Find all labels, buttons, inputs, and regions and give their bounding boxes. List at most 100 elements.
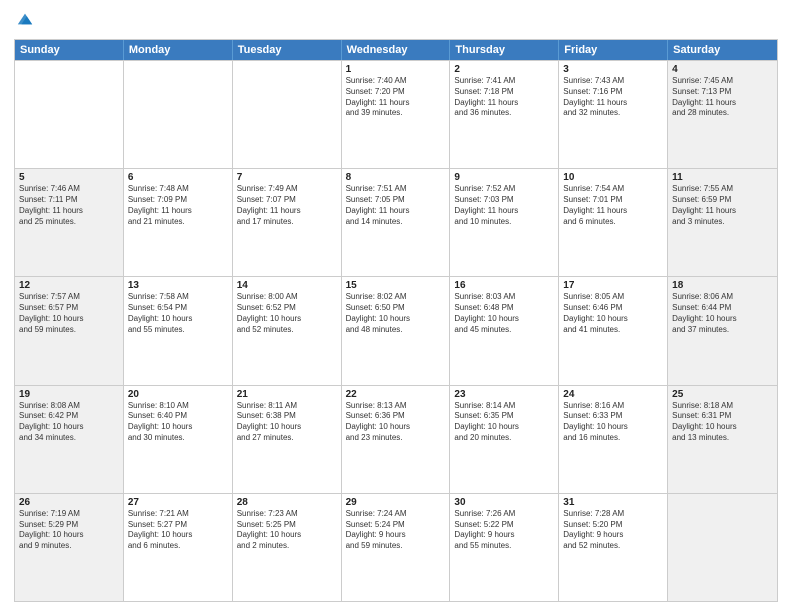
cell-info: Sunrise: 7:45 AM Sunset: 7:13 PM Dayligh…: [672, 76, 773, 119]
calendar-header: SundayMondayTuesdayWednesdayThursdayFrid…: [15, 40, 777, 60]
cal-cell: 2Sunrise: 7:41 AM Sunset: 7:18 PM Daylig…: [450, 61, 559, 168]
header-cell-friday: Friday: [559, 40, 668, 60]
cell-info: Sunrise: 7:26 AM Sunset: 5:22 PM Dayligh…: [454, 509, 554, 552]
cal-cell: 24Sunrise: 8:16 AM Sunset: 6:33 PM Dayli…: [559, 386, 668, 493]
calendar-row-4: 26Sunrise: 7:19 AM Sunset: 5:29 PM Dayli…: [15, 493, 777, 601]
logo: [14, 10, 36, 33]
cell-info: Sunrise: 8:14 AM Sunset: 6:35 PM Dayligh…: [454, 401, 554, 444]
cell-info: Sunrise: 7:57 AM Sunset: 6:57 PM Dayligh…: [19, 292, 119, 335]
cal-cell: 20Sunrise: 8:10 AM Sunset: 6:40 PM Dayli…: [124, 386, 233, 493]
cell-info: Sunrise: 8:06 AM Sunset: 6:44 PM Dayligh…: [672, 292, 773, 335]
cal-cell: 6Sunrise: 7:48 AM Sunset: 7:09 PM Daylig…: [124, 169, 233, 276]
day-number: 29: [346, 497, 446, 508]
calendar: SundayMondayTuesdayWednesdayThursdayFrid…: [14, 39, 778, 602]
cal-cell: 13Sunrise: 7:58 AM Sunset: 6:54 PM Dayli…: [124, 277, 233, 384]
cell-info: Sunrise: 7:51 AM Sunset: 7:05 PM Dayligh…: [346, 184, 446, 227]
day-number: 27: [128, 497, 228, 508]
cell-info: Sunrise: 7:41 AM Sunset: 7:18 PM Dayligh…: [454, 76, 554, 119]
cal-cell: 28Sunrise: 7:23 AM Sunset: 5:25 PM Dayli…: [233, 494, 342, 601]
day-number: 10: [563, 172, 663, 183]
day-number: 5: [19, 172, 119, 183]
day-number: 3: [563, 64, 663, 75]
day-number: 15: [346, 280, 446, 291]
calendar-row-0: 1Sunrise: 7:40 AM Sunset: 7:20 PM Daylig…: [15, 60, 777, 168]
cal-cell: 21Sunrise: 8:11 AM Sunset: 6:38 PM Dayli…: [233, 386, 342, 493]
cell-info: Sunrise: 7:54 AM Sunset: 7:01 PM Dayligh…: [563, 184, 663, 227]
cell-info: Sunrise: 7:43 AM Sunset: 7:16 PM Dayligh…: [563, 76, 663, 119]
day-number: 30: [454, 497, 554, 508]
day-number: 31: [563, 497, 663, 508]
cal-cell: [15, 61, 124, 168]
day-number: 22: [346, 389, 446, 400]
cal-cell: 14Sunrise: 8:00 AM Sunset: 6:52 PM Dayli…: [233, 277, 342, 384]
cal-cell: 1Sunrise: 7:40 AM Sunset: 7:20 PM Daylig…: [342, 61, 451, 168]
cal-cell: 19Sunrise: 8:08 AM Sunset: 6:42 PM Dayli…: [15, 386, 124, 493]
calendar-row-2: 12Sunrise: 7:57 AM Sunset: 6:57 PM Dayli…: [15, 276, 777, 384]
day-number: 7: [237, 172, 337, 183]
day-number: 9: [454, 172, 554, 183]
cal-cell: 17Sunrise: 8:05 AM Sunset: 6:46 PM Dayli…: [559, 277, 668, 384]
cal-cell: 25Sunrise: 8:18 AM Sunset: 6:31 PM Dayli…: [668, 386, 777, 493]
day-number: 14: [237, 280, 337, 291]
cell-info: Sunrise: 7:55 AM Sunset: 6:59 PM Dayligh…: [672, 184, 773, 227]
cal-cell: 26Sunrise: 7:19 AM Sunset: 5:29 PM Dayli…: [15, 494, 124, 601]
day-number: 8: [346, 172, 446, 183]
cell-info: Sunrise: 7:21 AM Sunset: 5:27 PM Dayligh…: [128, 509, 228, 552]
header-cell-thursday: Thursday: [450, 40, 559, 60]
cal-cell: 4Sunrise: 7:45 AM Sunset: 7:13 PM Daylig…: [668, 61, 777, 168]
cal-cell: 12Sunrise: 7:57 AM Sunset: 6:57 PM Dayli…: [15, 277, 124, 384]
cell-info: Sunrise: 8:11 AM Sunset: 6:38 PM Dayligh…: [237, 401, 337, 444]
day-number: 18: [672, 280, 773, 291]
cal-cell: 16Sunrise: 8:03 AM Sunset: 6:48 PM Dayli…: [450, 277, 559, 384]
day-number: 19: [19, 389, 119, 400]
cal-cell: [233, 61, 342, 168]
cal-cell: 23Sunrise: 8:14 AM Sunset: 6:35 PM Dayli…: [450, 386, 559, 493]
cal-cell: 3Sunrise: 7:43 AM Sunset: 7:16 PM Daylig…: [559, 61, 668, 168]
day-number: 6: [128, 172, 228, 183]
header-cell-wednesday: Wednesday: [342, 40, 451, 60]
cal-cell: 31Sunrise: 7:28 AM Sunset: 5:20 PM Dayli…: [559, 494, 668, 601]
cell-info: Sunrise: 8:18 AM Sunset: 6:31 PM Dayligh…: [672, 401, 773, 444]
day-number: 26: [19, 497, 119, 508]
day-number: 28: [237, 497, 337, 508]
day-number: 21: [237, 389, 337, 400]
cell-info: Sunrise: 8:05 AM Sunset: 6:46 PM Dayligh…: [563, 292, 663, 335]
day-number: 17: [563, 280, 663, 291]
calendar-row-3: 19Sunrise: 8:08 AM Sunset: 6:42 PM Dayli…: [15, 385, 777, 493]
cal-cell: 27Sunrise: 7:21 AM Sunset: 5:27 PM Dayli…: [124, 494, 233, 601]
header-cell-tuesday: Tuesday: [233, 40, 342, 60]
day-number: 12: [19, 280, 119, 291]
page: SundayMondayTuesdayWednesdayThursdayFrid…: [0, 0, 792, 612]
cell-info: Sunrise: 7:23 AM Sunset: 5:25 PM Dayligh…: [237, 509, 337, 552]
cell-info: Sunrise: 8:08 AM Sunset: 6:42 PM Dayligh…: [19, 401, 119, 444]
day-number: 23: [454, 389, 554, 400]
cell-info: Sunrise: 7:46 AM Sunset: 7:11 PM Dayligh…: [19, 184, 119, 227]
cal-cell: 29Sunrise: 7:24 AM Sunset: 5:24 PM Dayli…: [342, 494, 451, 601]
cell-info: Sunrise: 7:24 AM Sunset: 5:24 PM Dayligh…: [346, 509, 446, 552]
cell-info: Sunrise: 7:49 AM Sunset: 7:07 PM Dayligh…: [237, 184, 337, 227]
day-number: 16: [454, 280, 554, 291]
day-number: 25: [672, 389, 773, 400]
cell-info: Sunrise: 8:03 AM Sunset: 6:48 PM Dayligh…: [454, 292, 554, 335]
cal-cell: 11Sunrise: 7:55 AM Sunset: 6:59 PM Dayli…: [668, 169, 777, 276]
cal-cell: [668, 494, 777, 601]
day-number: 20: [128, 389, 228, 400]
cal-cell: [124, 61, 233, 168]
cal-cell: 9Sunrise: 7:52 AM Sunset: 7:03 PM Daylig…: [450, 169, 559, 276]
cell-info: Sunrise: 8:13 AM Sunset: 6:36 PM Dayligh…: [346, 401, 446, 444]
cal-cell: 10Sunrise: 7:54 AM Sunset: 7:01 PM Dayli…: [559, 169, 668, 276]
calendar-body: 1Sunrise: 7:40 AM Sunset: 7:20 PM Daylig…: [15, 60, 777, 601]
cell-info: Sunrise: 8:10 AM Sunset: 6:40 PM Dayligh…: [128, 401, 228, 444]
cal-cell: 15Sunrise: 8:02 AM Sunset: 6:50 PM Dayli…: [342, 277, 451, 384]
cell-info: Sunrise: 7:48 AM Sunset: 7:09 PM Dayligh…: [128, 184, 228, 227]
cell-info: Sunrise: 7:58 AM Sunset: 6:54 PM Dayligh…: [128, 292, 228, 335]
header-cell-saturday: Saturday: [668, 40, 777, 60]
cal-cell: 18Sunrise: 8:06 AM Sunset: 6:44 PM Dayli…: [668, 277, 777, 384]
cell-info: Sunrise: 8:02 AM Sunset: 6:50 PM Dayligh…: [346, 292, 446, 335]
cal-cell: 7Sunrise: 7:49 AM Sunset: 7:07 PM Daylig…: [233, 169, 342, 276]
cell-info: Sunrise: 7:19 AM Sunset: 5:29 PM Dayligh…: [19, 509, 119, 552]
day-number: 2: [454, 64, 554, 75]
day-number: 11: [672, 172, 773, 183]
day-number: 13: [128, 280, 228, 291]
cal-cell: 30Sunrise: 7:26 AM Sunset: 5:22 PM Dayli…: [450, 494, 559, 601]
